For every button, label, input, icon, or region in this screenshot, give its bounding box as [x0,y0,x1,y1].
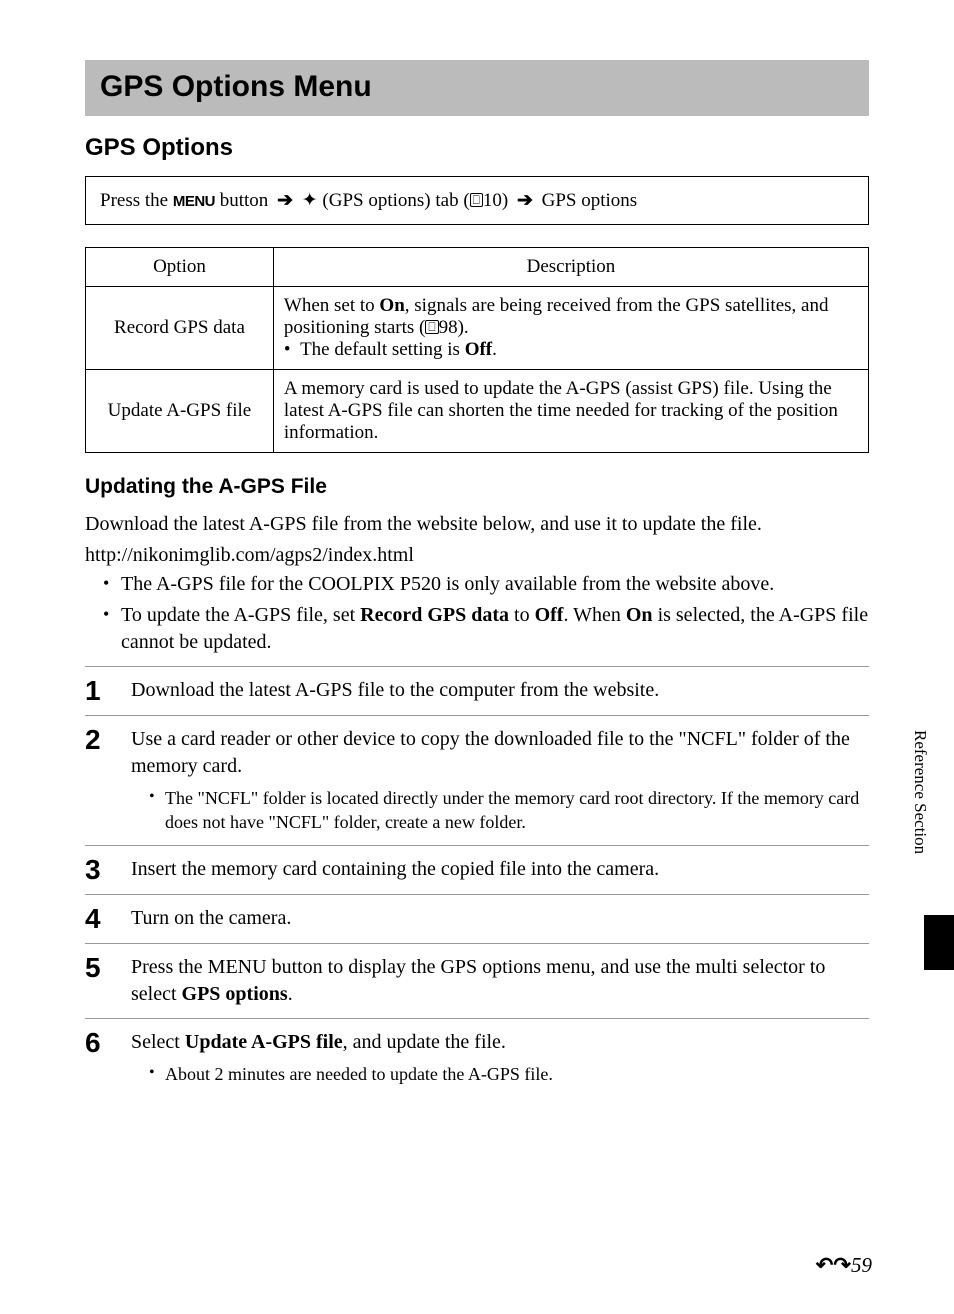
step-number: 2 [85,726,113,754]
subheading: Updating the A-GPS File [85,475,869,499]
text: Use a card reader or other device to cop… [131,728,850,777]
bold-text: On [379,295,404,316]
step-number: 4 [85,905,113,933]
text: . [492,339,497,360]
page-title: GPS Options Menu [85,60,869,116]
step-number: 5 [85,954,113,982]
arrow-icon: ➔ [517,190,533,211]
step-sub-item: About 2 minutes are needed to update the… [149,1062,869,1086]
nav-text: button [215,190,273,211]
nav-text: 10) [483,190,513,211]
page-number-text: 59 [851,1253,872,1277]
menu-label: MENU [208,956,267,978]
bold-text: Record GPS data [360,604,509,626]
step-item: 6 Select Update A-GPS file, and update t… [85,1018,869,1096]
step-text: Press the MENU button to display the GPS… [131,954,869,1008]
table-header-desc: Description [273,248,868,287]
reference-icon: ↶↷ [816,1253,851,1277]
bold-text: Off [535,604,564,626]
step-item: 1 Download the latest A-GPS file to the … [85,666,869,715]
table-row: Record GPS data When set to On, signals … [86,287,869,370]
step-number: 1 [85,677,113,705]
bold-text: Off [465,339,492,360]
text: . [288,983,293,1005]
bold-text: On [626,604,653,626]
step-text: Insert the memory card containing the co… [131,856,869,883]
text: to [509,604,535,626]
steps-list: 1 Download the latest A-GPS file to the … [85,666,869,1096]
desc-cell: A memory card is used to update the A-GP… [273,370,868,453]
bullet: • [284,339,300,360]
nav-text: Press the [100,190,173,211]
list-item: To update the A-GPS file, set Record GPS… [103,602,869,656]
step-sub-item: The "NCFL" folder is located directly un… [149,786,869,835]
navigation-path-box: Press the MENU button ➔ ✦ (GPS options) … [85,176,869,225]
text: The default setting is [300,339,465,360]
bold-text: Update A-GPS file [185,1031,343,1053]
nav-text: (GPS options) tab ( [318,190,470,211]
step-number: 3 [85,856,113,884]
book-icon: ⎕ [470,193,483,207]
bold-text: GPS options [182,983,288,1005]
step-text: Select Update A-GPS file, and update the… [131,1029,869,1086]
step-item: 2 Use a card reader or other device to c… [85,715,869,845]
text: To update the A-GPS file, set [121,604,360,626]
text: . When [563,604,625,626]
options-table: Option Description Record GPS data When … [85,247,869,453]
step-text: Turn on the camera. [131,905,869,932]
desc-cell: When set to On, signals are being receiv… [273,287,868,370]
side-tab-marker [924,915,954,970]
text: , and update the file. [343,1031,506,1053]
page-number: ↶↷59 [816,1253,872,1278]
step-item: 4 Turn on the camera. [85,894,869,943]
bullet-list: The A-GPS file for the COOLPIX P520 is o… [85,571,869,656]
nav-text: GPS options [537,190,637,211]
table-header-option: Option [86,248,274,287]
arrow-icon: ➔ [277,190,293,211]
book-icon: ⎕ [425,320,438,334]
url-text: http://nikonimglib.com/agps2/index.html [85,544,869,567]
satellite-icon: ✦ [302,190,318,211]
option-cell: Update A-GPS file [86,370,274,453]
step-text: Download the latest A-GPS file to the co… [131,677,869,704]
text: When set to [284,295,380,316]
menu-label: MENU [173,193,215,210]
section-title: GPS Options [85,134,869,162]
step-number: 6 [85,1029,113,1057]
list-item: The A-GPS file for the COOLPIX P520 is o… [103,571,869,598]
text: 98). [439,317,469,338]
text: Press the [131,956,208,978]
step-text: Use a card reader or other device to cop… [131,726,869,835]
step-item: 3 Insert the memory card containing the … [85,845,869,894]
side-section-label: Reference Section [910,730,930,854]
step-item: 5 Press the MENU button to display the G… [85,943,869,1018]
table-row: Update A-GPS file A memory card is used … [86,370,869,453]
intro-text: Download the latest A-GPS file from the … [85,511,869,538]
text: Select [131,1031,185,1053]
option-cell: Record GPS data [86,287,274,370]
